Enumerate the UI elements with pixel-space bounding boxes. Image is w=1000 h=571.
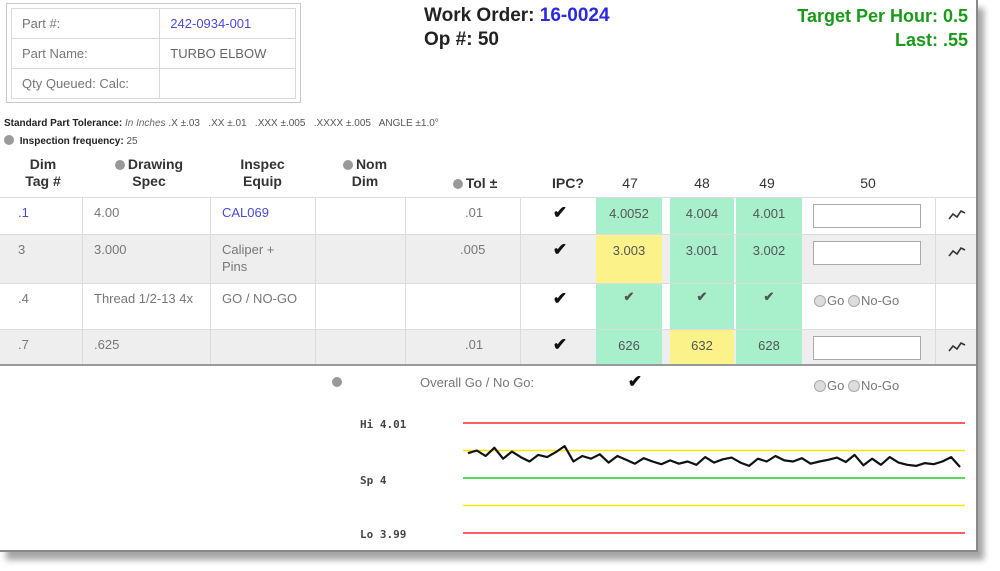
- go-radio[interactable]: [814, 295, 826, 307]
- go-check-47[interactable]: ✔: [596, 284, 662, 329]
- measurement-49[interactable]: 628: [736, 330, 802, 365]
- header-nom-dim: Nom Dim: [330, 156, 400, 190]
- header-tol: Tol ±: [445, 175, 505, 192]
- tolerance-values: .X ±.03 .XX ±.01 .XXX ±.005 .XXXX ±.005 …: [168, 118, 439, 129]
- control-chart: Hi 4.01 Sp 4 Lo 3.99: [360, 418, 965, 541]
- table-row: .4 Thread 1/2-13 4x GO / NO-GO ✔ ✔ ✔ ✔ G…: [0, 283, 976, 329]
- header-tol-text: Tol ±: [465, 175, 498, 191]
- inspection-frequency: Inspection frequency: 25: [4, 135, 138, 147]
- overall-go-nogo-label: Overall Go / No Go:: [420, 375, 535, 390]
- work-order-label: Work Order:: [424, 5, 535, 26]
- ipc-check: ✔: [552, 289, 568, 308]
- ipc-check: ✔: [552, 240, 568, 259]
- drawing-spec: .625: [94, 337, 120, 352]
- chart-sp-label: Sp 4: [360, 474, 387, 487]
- nogo-radio[interactable]: [847, 380, 860, 392]
- op-label: Op #:: [424, 29, 473, 50]
- nogo-label: No-Go: [860, 293, 900, 308]
- trend-line-icon[interactable]: [948, 245, 966, 259]
- inspec-equip: Caliper + Pins: [222, 242, 275, 274]
- tolerance-label: Standard Part Tolerance:: [4, 118, 123, 129]
- tolerance: .01: [465, 205, 484, 220]
- help-icon[interactable]: [4, 135, 14, 145]
- go-check-48[interactable]: ✔: [670, 284, 734, 329]
- target-info: Target Per Hour: 0.5 Last: .55: [797, 4, 968, 52]
- tolerance: .01: [465, 337, 484, 352]
- ipc-check: ✔: [552, 203, 568, 222]
- qty-queued-label: Qty Queued: Calc:: [10, 68, 161, 99]
- measurement-series-line: [467, 444, 961, 468]
- frequency-value: 25: [126, 136, 138, 147]
- dim-tag[interactable]: .1: [8, 198, 39, 234]
- header-sample-49: 49: [759, 175, 775, 191]
- go-check-49[interactable]: ✔: [736, 284, 802, 329]
- dim-tag: .7: [18, 337, 29, 352]
- measurement-47[interactable]: 4.0052: [596, 198, 662, 234]
- header-ipc: IPC?: [552, 175, 584, 191]
- drawing-spec: Thread 1/2-13 4x: [94, 291, 194, 306]
- header-dim-tag: Dim Tag #: [25, 156, 61, 189]
- part-name-value: TURBO ELBOW: [159, 38, 296, 69]
- nogo-radio[interactable]: [847, 295, 860, 307]
- standard-tolerance: Standard Part Tolerance: In Inches .X ±.…: [4, 118, 439, 129]
- header-sample-47: 47: [622, 175, 638, 191]
- part-info-box: Part #: 242-0934-001 Part Name: TURBO EL…: [6, 3, 301, 103]
- go-label: Go: [827, 293, 845, 308]
- part-number-label: Part #:: [10, 8, 161, 39]
- divider: [0, 364, 976, 366]
- ipc-check: ✔: [552, 335, 568, 354]
- frequency-label: Inspection frequency:: [19, 136, 124, 147]
- inspec-equip[interactable]: CAL069: [212, 198, 279, 234]
- work-order-header: Work Order: 16-0024 Op #: 50: [424, 4, 610, 52]
- measurement-48[interactable]: 3.001: [670, 235, 734, 283]
- dim-tag: .4: [18, 291, 29, 306]
- header-sample-48: 48: [694, 175, 710, 191]
- header-nom-dim-text: Nom Dim: [351, 156, 388, 189]
- op-number: 50: [477, 29, 499, 50]
- tolerance-units: In Inches: [124, 118, 166, 129]
- chart-hi-label: Hi 4.01: [360, 418, 407, 431]
- measurement-47[interactable]: 3.003: [596, 235, 662, 283]
- help-icon[interactable]: [342, 160, 353, 170]
- part-number-value[interactable]: 242-0934-001: [159, 8, 296, 39]
- help-icon[interactable]: [332, 377, 342, 387]
- tolerance: .005: [460, 242, 486, 257]
- trend-line-icon[interactable]: [948, 340, 966, 354]
- overall-check: ✔: [627, 372, 643, 391]
- header-sample-50: 50: [860, 175, 876, 191]
- go-radio[interactable]: [814, 380, 826, 392]
- go-nogo-radio-group: Go No-Go: [814, 293, 899, 308]
- overall-go-nogo-radio-group: Go No-Go: [814, 378, 899, 393]
- nogo-label: No-Go: [860, 378, 900, 393]
- header-inspec-equip: Inspec Equip: [240, 156, 285, 189]
- measurement-49[interactable]: 3.002: [736, 235, 802, 283]
- help-icon[interactable]: [114, 160, 125, 170]
- dim-tag: 3: [18, 242, 26, 257]
- drawing-spec: 4.00: [94, 205, 120, 220]
- drawing-spec: 3.000: [94, 242, 127, 257]
- go-label: Go: [827, 378, 845, 393]
- target-last: Last: .55: [894, 30, 968, 50]
- measurement-48[interactable]: 632: [670, 330, 734, 365]
- work-order-number: 16-0024: [539, 5, 610, 26]
- header-drawing-spec-text: Drawing Spec: [127, 156, 184, 189]
- target-per-hour: Target Per Hour: 0.5: [797, 6, 968, 26]
- measurement-47[interactable]: 626: [596, 330, 662, 365]
- measurement-49[interactable]: 4.001: [736, 198, 802, 234]
- table-row: 3 3.000 Caliper + Pins .005 ✔ 3.003 3.00…: [0, 234, 976, 283]
- table-row: .1 4.00 CAL069 .01 ✔ 4.0052 4.004 4.001: [0, 197, 976, 234]
- chart-lo-label: Lo 3.99: [360, 528, 406, 541]
- measurement-50-input[interactable]: [813, 241, 921, 265]
- measurement-50-input[interactable]: [813, 204, 921, 228]
- measurement-50-input[interactable]: [813, 336, 921, 360]
- trend-line-icon[interactable]: [948, 208, 966, 222]
- inspec-equip: GO / NO-GO: [222, 291, 298, 306]
- table-row: .7 .625 .01 ✔ 626 632 628: [0, 329, 976, 365]
- part-name-label: Part Name:: [10, 38, 161, 69]
- help-icon[interactable]: [452, 179, 463, 189]
- qty-queued-value: [159, 68, 296, 99]
- header-drawing-spec: Drawing Spec: [104, 156, 194, 190]
- measurement-48[interactable]: 4.004: [670, 198, 734, 234]
- inspection-panel: Part #: 242-0934-001 Part Name: TURBO EL…: [0, 0, 978, 552]
